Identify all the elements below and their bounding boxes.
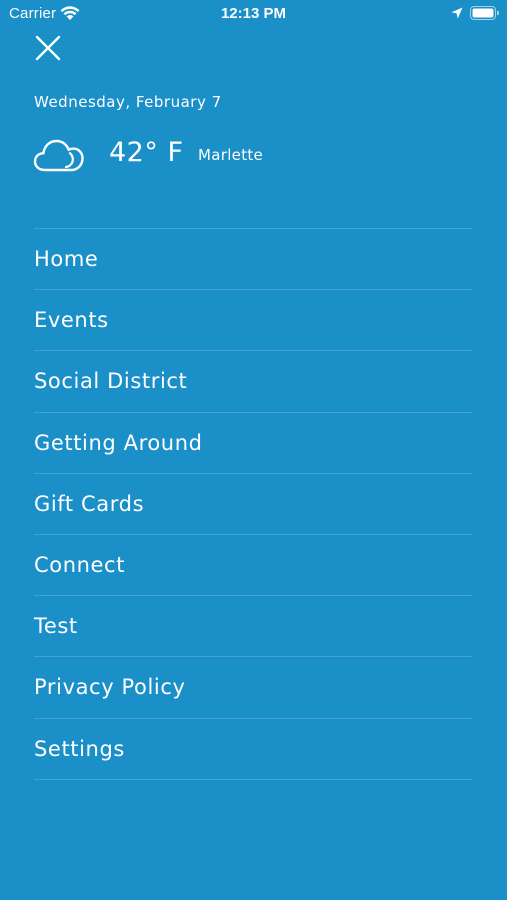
close-icon: [35, 35, 61, 61]
menu-item-test[interactable]: Test: [34, 596, 472, 658]
menu-item-getting-around[interactable]: Getting Around: [34, 413, 472, 474]
menu-item-label: Home: [34, 247, 99, 272]
status-bar: Carrier 12:13 PM: [0, 0, 507, 28]
clock-label: 12:13 PM: [220, 5, 287, 22]
menu-item-label: Social District: [34, 369, 188, 394]
menu-item-home[interactable]: Home: [34, 229, 472, 291]
menu-item-privacy-policy[interactable]: Privacy Policy: [34, 657, 472, 719]
weather-location: Marlette: [198, 146, 264, 164]
close-button[interactable]: [28, 28, 68, 68]
menu-item-label: Events: [34, 308, 109, 333]
cloud-icon: [33, 139, 84, 172]
menu-item-label: Privacy Policy: [34, 675, 186, 700]
menu-item-label: Gift Cards: [34, 491, 145, 516]
menu-item-label: Connect: [34, 553, 126, 578]
battery-icon: [470, 6, 499, 20]
location-arrow-icon: [451, 7, 463, 19]
menu-item-settings[interactable]: Settings: [34, 719, 472, 780]
menu-item-label: Test: [34, 614, 78, 639]
menu-item-label: Getting Around: [34, 430, 203, 455]
current-date: Wednesday, February 7: [34, 93, 222, 111]
weather-temperature: 42° F: [109, 137, 184, 168]
weather-widget: 42° F Marlette: [33, 135, 453, 175]
menu-item-events[interactable]: Events: [34, 290, 472, 352]
navigation-menu: Home Events Social District Getting Arou…: [34, 228, 472, 780]
menu-item-connect[interactable]: Connect: [34, 535, 472, 597]
menu-item-social-district[interactable]: Social District: [34, 351, 472, 413]
menu-item-label: Settings: [34, 736, 125, 761]
menu-item-gift-cards[interactable]: Gift Cards: [34, 474, 472, 535]
